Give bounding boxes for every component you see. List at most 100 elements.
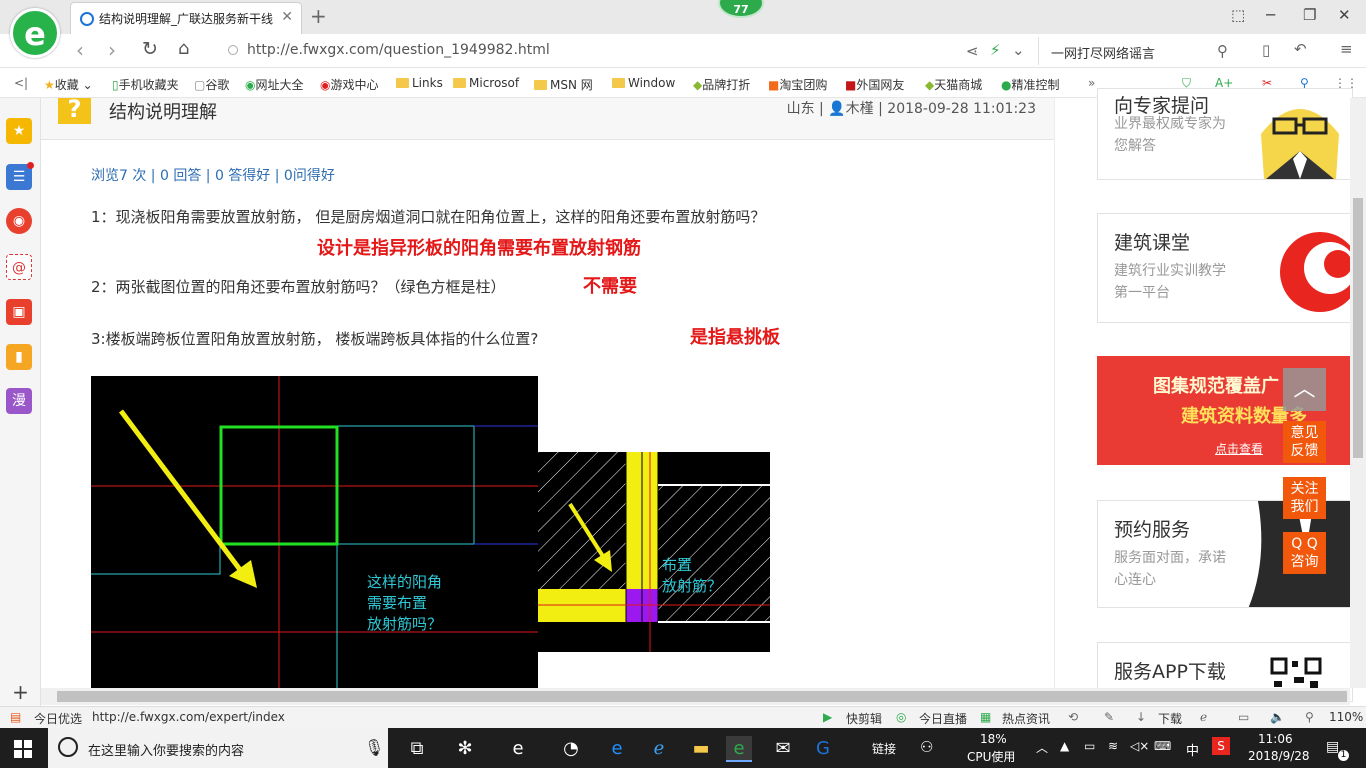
bookmark-msn[interactable]: MSN 网 (534, 76, 593, 93)
sound-icon[interactable]: 🔈 (1270, 710, 1285, 724)
clock-date[interactable]: 2018/9/28 (1248, 749, 1310, 763)
sidebar-add-icon[interactable]: + (0, 680, 41, 706)
refresh-icon[interactable]: ↻ (142, 38, 158, 60)
browser-logo-icon[interactable]: e (10, 8, 60, 58)
bookmark-icon[interactable]: ▮ (6, 344, 32, 370)
bookmark-google[interactable]: ▢谷歌 (194, 76, 229, 93)
tray-expand-icon[interactable]: ︿ (1036, 739, 1048, 756)
more-bookmarks-icon[interactable]: » (1088, 76, 1095, 90)
tray-bell-icon[interactable]: ▲ (1060, 739, 1069, 753)
cad-screenshot-2[interactable]: 布置 放射筋？ (538, 452, 770, 652)
favorites-star-icon[interactable]: ★ (6, 118, 32, 144)
question-author[interactable]: 木槿 (846, 101, 874, 117)
clock-time[interactable]: 11:06 (1258, 732, 1293, 746)
bookmark-microsoft[interactable]: Microsof (453, 76, 519, 90)
notification-badge[interactable]: 77 (718, 0, 764, 18)
bird-app-icon[interactable]: ◔ (558, 736, 584, 762)
promo-cta-link[interactable]: 点击查看 (1215, 440, 1263, 457)
home-icon[interactable]: ⌂ (178, 38, 189, 59)
people-icon[interactable]: ⚇ (920, 738, 933, 756)
taskbar-search-box[interactable]: 在这里输入你要搜索的内容 🎙 (48, 728, 388, 768)
sidebar-toggle-icon[interactable]: <| (14, 76, 28, 90)
status-today-picks[interactable]: 今日优选 (34, 710, 82, 727)
tray-wifi-icon[interactable]: ≋ (1108, 739, 1118, 753)
weibo-icon[interactable]: ◉ (6, 208, 32, 234)
sogou-ime-icon[interactable]: S (1212, 737, 1230, 755)
window-icon[interactable]: ▭ (1238, 710, 1249, 724)
chevron-down-icon[interactable]: ⌄ (1012, 41, 1025, 59)
glodon-app-icon[interactable]: G (810, 736, 836, 762)
bookmark-foreign[interactable]: ■外国网友 (845, 76, 904, 93)
status-news[interactable]: 热点资讯 (1002, 710, 1050, 727)
share-icon[interactable]: ⋖ (966, 42, 979, 60)
bookmark-sites[interactable]: ◉网址大全 (245, 76, 304, 93)
question-stats[interactable]: 浏览7 次 | 0 回答 | 0 答得好 | 0问得好 (91, 165, 335, 185)
game-controller-icon[interactable]: ▣ (6, 299, 32, 325)
new-tab-icon[interactable]: + (310, 4, 327, 28)
keyboard-icon[interactable]: ⌨ (1154, 739, 1171, 753)
tray-volume-icon[interactable]: ◁× (1130, 739, 1149, 753)
cad-screenshot-1[interactable]: 这样的阳角 需要布置 放射筋吗？ (91, 376, 538, 688)
card-building-class[interactable]: 建筑课堂 建筑行业实训教学第一平台 (1097, 213, 1353, 323)
windows-start-icon[interactable] (14, 740, 32, 758)
comic-icon[interactable]: 漫 (6, 388, 32, 414)
bookmark-mobile[interactable]: ▯手机收藏夹 (112, 76, 179, 93)
tab-active[interactable]: 结构说明理解_广联达服务新干线 ✕ (70, 2, 302, 34)
status-zoom[interactable]: 110% (1329, 710, 1363, 724)
action-center-icon[interactable]: ▤ (1326, 739, 1339, 755)
status-quick-clip[interactable]: 快剪辑 (846, 710, 882, 727)
card-ask-expert[interactable]: 向专家提问 业界最权威专家为您解答 (1097, 88, 1353, 180)
mobile-icon[interactable]: ▯ (1262, 41, 1270, 59)
question-location[interactable]: 山东 (787, 101, 815, 117)
ie-mode-icon[interactable]: ℯ (1200, 710, 1207, 724)
tab-close-icon[interactable]: ✕ (281, 9, 293, 25)
ime-indicator[interactable]: 中 (1186, 740, 1199, 759)
pin-icon[interactable]: ✎ (1104, 710, 1114, 724)
search-input[interactable]: 一网打尽网络谣言 (1051, 43, 1155, 62)
vertical-scrollbar[interactable] (1350, 98, 1366, 688)
restore-icon[interactable]: ❐ (1303, 6, 1316, 24)
edge-icon[interactable]: e (604, 736, 630, 762)
bookmark-links[interactable]: Links (396, 76, 443, 90)
vertical-scroll-thumb[interactable] (1353, 198, 1363, 458)
search-icon[interactable]: ⚲ (1217, 42, 1228, 60)
undo-icon[interactable]: ↶ (1294, 40, 1307, 58)
follow-us-button[interactable]: 关注我们 (1283, 477, 1326, 519)
minimize-icon[interactable]: ─ (1266, 6, 1275, 24)
horizontal-scroll-thumb[interactable] (57, 691, 1347, 702)
360-browser-icon[interactable]: e (726, 736, 752, 762)
forward-icon[interactable]: › (108, 38, 116, 62)
tray-network-icon[interactable]: ▭ (1084, 739, 1095, 753)
ie-icon[interactable]: ℯ (646, 736, 672, 762)
horizontal-scrollbar[interactable] (41, 688, 1350, 705)
bookmark-games[interactable]: ◉游戏中心 (320, 76, 379, 93)
bookmark-tmall[interactable]: ◆天猫商城 (925, 76, 982, 93)
url-input[interactable]: http://e.fwxgx.com/question_1949982.html (247, 42, 550, 58)
close-window-icon[interactable]: ✕ (1338, 6, 1351, 24)
accelerate-icon[interactable]: ⚡ (990, 41, 1001, 59)
search-box[interactable]: 一网打尽网络谣言 ⚲ (1038, 37, 1244, 65)
taskbar-link-label[interactable]: 链接 (872, 740, 896, 757)
microphone-icon[interactable]: 🎙 (364, 738, 384, 757)
menu-icon[interactable]: ≡ (1340, 40, 1353, 58)
mail-icon[interactable]: @ (6, 254, 32, 280)
file-explorer-icon[interactable]: ▬ (688, 736, 714, 762)
feedback-button[interactable]: 意见反馈 (1283, 421, 1326, 463)
status-live[interactable]: 今日直播 (919, 710, 967, 727)
back-icon[interactable]: ‹ (76, 38, 84, 62)
back-to-top-icon[interactable]: ︿ (1283, 368, 1326, 411)
bookmark-precise[interactable]: ●精准控制 (1001, 76, 1060, 93)
fan-app-icon[interactable]: ✻ (452, 736, 478, 762)
browser-e-icon[interactable]: e (505, 736, 531, 762)
status-download[interactable]: 下载 (1158, 710, 1182, 727)
bookmark-windows[interactable]: Window (612, 76, 675, 90)
bookmark-taobao[interactable]: ■淘宝团购 (768, 76, 827, 93)
skin-icon[interactable]: ⬚ (1231, 6, 1245, 24)
bookmark-discount[interactable]: ◆品牌打折 (693, 76, 750, 93)
taskbar-search-input[interactable]: 在这里输入你要搜索的内容 (88, 740, 244, 759)
bookmark-favorites[interactable]: ★收藏 ⌄ (44, 76, 93, 93)
mail-app-icon[interactable]: ✉ (770, 736, 796, 762)
history-icon[interactable]: ⟲ (1068, 710, 1078, 724)
task-view-icon[interactable]: ⧉ (404, 736, 430, 762)
qq-consult-button[interactable]: Q Q咨询 (1283, 532, 1326, 574)
